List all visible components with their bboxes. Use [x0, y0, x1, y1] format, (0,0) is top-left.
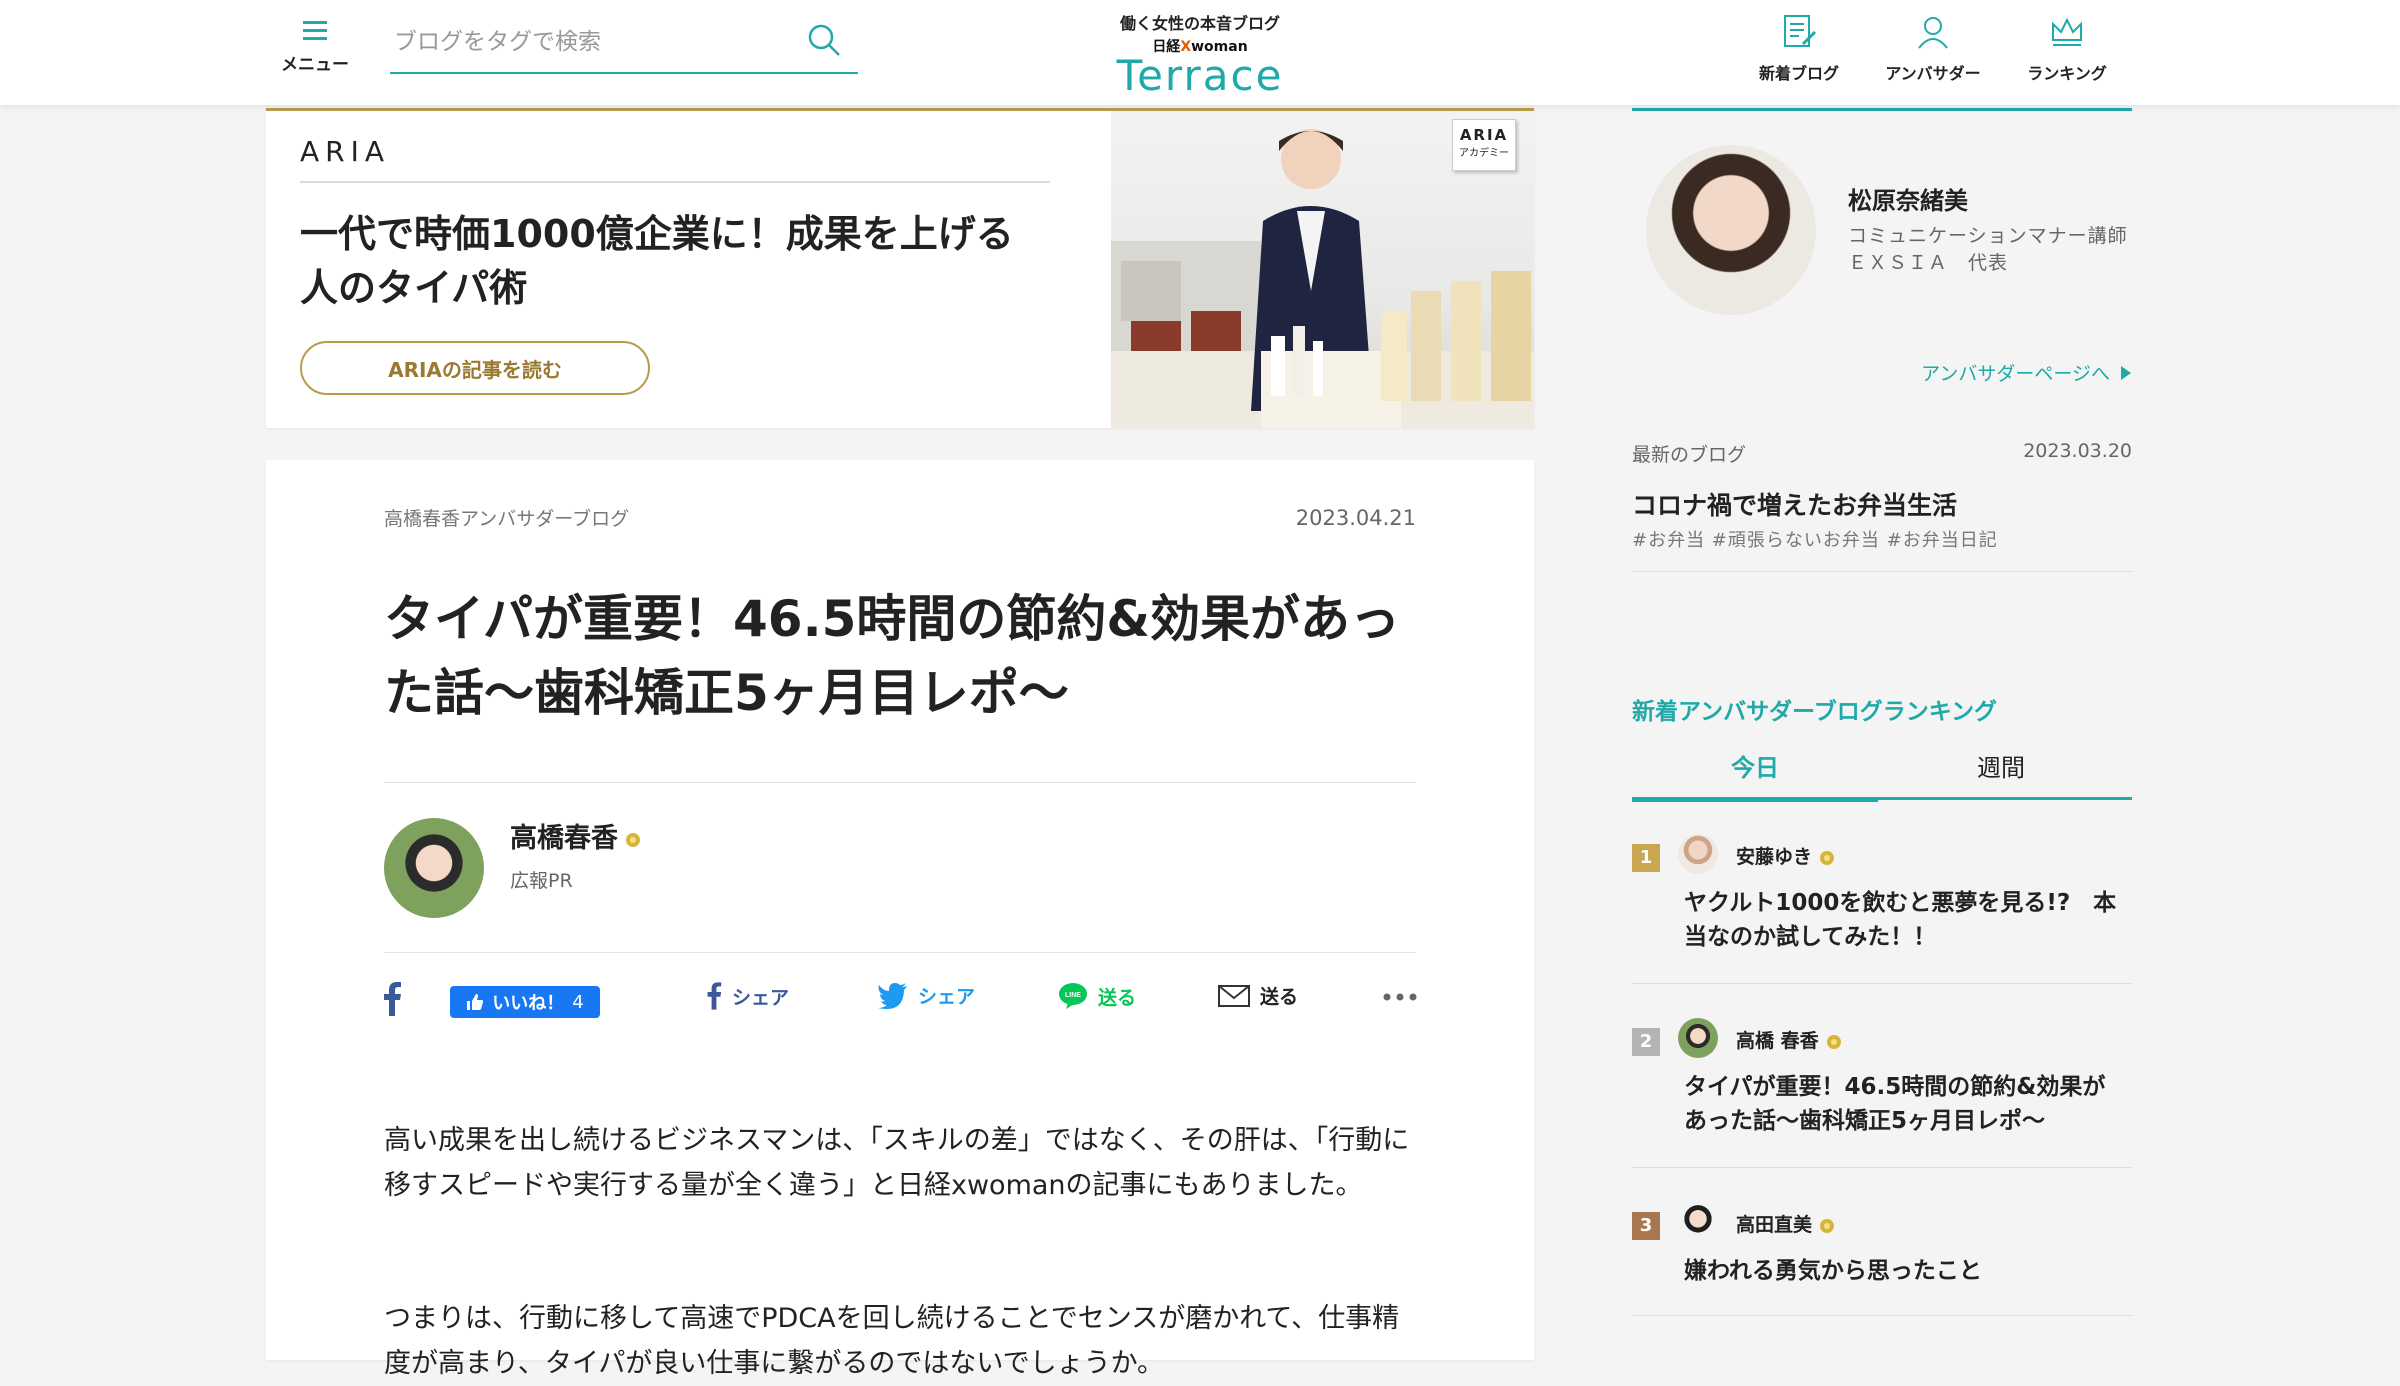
facebook-icon-link[interactable]: [382, 982, 402, 1016]
like-button[interactable]: いいね！ 4: [450, 986, 600, 1018]
ambassador-name[interactable]: 松原奈緒美: [1848, 181, 1968, 216]
ranking-avatar: [1678, 1018, 1718, 1058]
nav-ambassador[interactable]: アンバサダー: [1878, 12, 1988, 84]
facebook-icon: [707, 982, 722, 1010]
ranking-item[interactable]: 2 高橋 春香 タイパが重要！46.5時間の節約&効果があった話〜歯科矯正5ヶ月…: [1632, 1018, 2132, 1168]
ranking-title-text[interactable]: ヤクルト1000を飲むと悪夢を見る!? 本当なのか試してみた！！: [1684, 886, 2124, 954]
logo-tagline: 働く女性の本音ブログ: [1119, 14, 1280, 33]
line-send-button[interactable]: LINE 送る: [1058, 982, 1136, 1010]
mail-send-button[interactable]: 送る: [1218, 982, 1298, 1009]
hamburger-icon: [303, 21, 327, 40]
like-label: いいね！: [492, 993, 565, 1014]
tag-search: [390, 12, 858, 74]
thumbs-up-icon: [467, 994, 484, 1010]
site-header: メニュー 働く女性の本音ブログ 日経Xwoman Terrace 新着ブログ ア…: [0, 0, 2400, 105]
crown-icon: [1820, 1218, 1835, 1233]
ranking-icon: [2052, 17, 2082, 46]
nav-new-blog[interactable]: 新着ブログ: [1744, 12, 1854, 84]
author-name[interactable]: 高橋春香: [510, 816, 642, 855]
latest-blog-title[interactable]: コロナ禍で増えたお弁当生活: [1632, 486, 1957, 522]
nav-new-blog-label: 新着ブログ: [1758, 64, 1839, 83]
active-tab-indicator: [1632, 797, 1878, 802]
article-category[interactable]: 高橋春香アンバサダーブログ: [384, 504, 629, 531]
menu-label: メニュー: [281, 55, 349, 75]
ranking-avatar: [1678, 834, 1718, 874]
article-date: 2023.04.21: [1295, 506, 1416, 530]
ranking-avatar: [1678, 1202, 1718, 1242]
search-input[interactable]: [394, 22, 794, 62]
facebook-icon: [384, 982, 401, 1016]
line-icon: LINE: [1059, 983, 1087, 1009]
twitter-share-button[interactable]: シェア: [878, 982, 975, 1009]
author-role: 広報PR: [510, 870, 573, 892]
rank-number: 3: [1632, 1212, 1660, 1240]
aria-academy-badge: ARIA アカデミー: [1452, 119, 1516, 171]
crown-icon: [1820, 850, 1835, 865]
more-dots-icon: [1383, 993, 1417, 1001]
site-logo[interactable]: 働く女性の本音ブログ 日経Xwoman Terrace: [1090, 10, 1310, 100]
aria-banner[interactable]: ARIA 一代で時価1000億企業に！成果を上げる人のタイパ術 ARIAの記事を…: [266, 108, 1534, 428]
mail-icon: [1218, 984, 1250, 1007]
article-title: タイパが重要！46.5時間の節約&効果があった話〜歯科矯正5ヶ月目レポ〜: [384, 590, 1400, 722]
crown-icon: [626, 832, 640, 847]
rank-number: 1: [1632, 844, 1660, 872]
latest-blog-label: 最新のブログ: [1632, 444, 1747, 466]
ranking-author: 高橋 春香: [1736, 1026, 1843, 1053]
ranking-item[interactable]: 3 高田直美 嫌われる勇気から思ったこと: [1632, 1202, 2132, 1316]
menu-button[interactable]: メニュー: [280, 18, 350, 75]
svg-text:LINE: LINE: [1065, 992, 1081, 999]
twitter-icon: [878, 982, 907, 1009]
search-icon[interactable]: [806, 22, 842, 58]
facebook-share-button[interactable]: シェア: [706, 982, 789, 1010]
nav-ranking-label: ランキング: [2027, 64, 2107, 83]
tab-weekly[interactable]: 週間: [1878, 748, 2124, 783]
ranking-title-text[interactable]: 嫌われる勇気から思ったこと: [1684, 1254, 2124, 1288]
ranking-item[interactable]: 1 安藤ゆき ヤクルト1000を飲むと悪夢を見る!? 本当なのか試してみた！！: [1632, 834, 2132, 984]
like-count: 4: [572, 991, 584, 1013]
divider: [384, 782, 1416, 783]
ambassador-description: コミュニケーションマナー講師 ＥＸＳＩＡ 代表: [1848, 225, 2128, 274]
triangle-right-icon: [2121, 365, 2131, 380]
article-paragraph: つまりは、行動に移して高速でPDCAを回し続けることでセンスが磨かれて、仕事精度…: [384, 1303, 1400, 1379]
divider: [384, 952, 1416, 953]
nav-ambassador-label: アンバサダー: [1885, 64, 1981, 83]
ranking-title: 新着アンバサダーブログランキング: [1632, 699, 1998, 725]
ambassador-page-link[interactable]: アンバサダーページへ: [1921, 359, 2132, 386]
rank-number: 2: [1632, 1028, 1660, 1056]
read-aria-button[interactable]: ARIAの記事を読む: [300, 341, 650, 395]
ranking-author: 安藤ゆき: [1736, 842, 1836, 869]
tab-today[interactable]: 今日: [1632, 748, 1878, 783]
latest-blog-tags[interactable]: #お弁当 #頑張らないお弁当 #お弁当日記: [1632, 526, 1998, 552]
latest-blog[interactable]: 最新のブログ 2023.03.20 コロナ禍で増えたお弁当生活 #お弁当 #頑張…: [1632, 430, 2132, 572]
article-card: 高橋春香アンバサダーブログ 2023.04.21 タイパが重要！46.5時間の節…: [266, 460, 1534, 1379]
ranking-title-text[interactable]: タイパが重要！46.5時間の節約&効果があった話〜歯科矯正5ヶ月目レポ〜: [1684, 1070, 2124, 1138]
banner-photo: ARIA アカデミー: [1111, 111, 1534, 428]
author-avatar[interactable]: [384, 818, 484, 918]
ranking-tabs: 今日 週間: [1632, 740, 2132, 802]
ambassador-avatar[interactable]: [1646, 145, 1816, 315]
new-blog-icon: [1784, 15, 1817, 47]
banner-headline[interactable]: 一代で時価1000億企業に！成果を上げる人のタイパ術: [300, 207, 1050, 315]
latest-blog-date: 2023.03.20: [2023, 440, 2132, 462]
ambassador-icon: [1918, 17, 1948, 49]
banner-divider: [300, 181, 1050, 183]
logo-wordmark: Terrace: [1116, 51, 1284, 100]
ambassador-profile: 松原奈緒美 コミュニケーションマナー講師 ＥＸＳＩＡ 代表 アンバサダーページへ: [1632, 108, 2132, 410]
ranking-author: 高田直美: [1736, 1210, 1836, 1237]
nav-ranking[interactable]: ランキング: [2012, 12, 2122, 84]
more-options-button[interactable]: [1382, 982, 1418, 1012]
article-paragraph: 高い成果を出し続けるビジネスマンは、「スキルの差」ではなく、その肝は、「行動に移…: [384, 1125, 1410, 1201]
crown-icon: [1826, 1034, 1841, 1049]
aria-logo: ARIA: [300, 135, 391, 168]
